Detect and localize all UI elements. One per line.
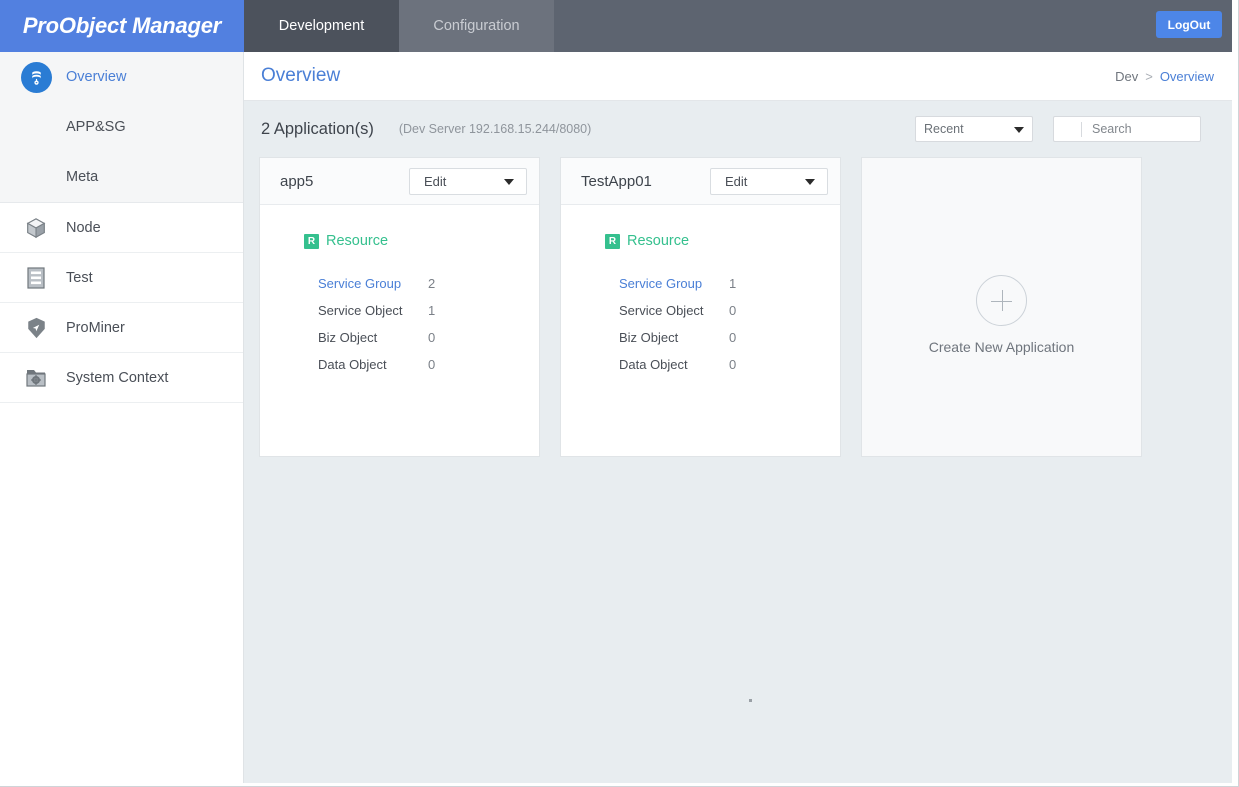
- app-window: ProObject Manager Development Configurat…: [0, 0, 1239, 787]
- breadcrumb-root[interactable]: Dev: [1115, 69, 1138, 84]
- application-count: 2 Application(s): [261, 119, 374, 138]
- search-box[interactable]: [1053, 116, 1201, 142]
- application-name: app5: [280, 172, 314, 190]
- edit-dropdown-label: Edit: [725, 174, 748, 189]
- application-card-body: R Resource Service Group 1 Service Objec…: [561, 205, 840, 378]
- resource-section-header: R Resource: [260, 233, 539, 249]
- chevron-down-icon: [1014, 127, 1024, 133]
- edit-dropdown[interactable]: Edit: [710, 168, 828, 195]
- resource-name-service-object: Service Object: [318, 303, 403, 318]
- resource-name-service-group[interactable]: Service Group: [318, 276, 428, 291]
- resource-rows: Service Group 2 Service Object 1 Biz Obj…: [260, 270, 539, 378]
- resource-row: Data Object 0: [561, 351, 840, 378]
- resource-value-biz-object: 0: [729, 330, 737, 345]
- page-header: Overview Dev > Overview: [244, 52, 1232, 101]
- application-card-header: app5 Edit: [260, 158, 539, 205]
- resource-value-data-object: 0: [729, 357, 737, 372]
- resource-value-service-group: 1: [729, 276, 737, 291]
- resource-name-data-object: Data Object: [318, 357, 387, 372]
- tab-configuration[interactable]: Configuration: [399, 0, 554, 52]
- sidebar-item-overview[interactable]: Overview: [0, 52, 243, 102]
- content-toolbar: 2 Application(s) (Dev Server 192.168.15.…: [244, 101, 1232, 157]
- chevron-down-icon: [504, 179, 514, 185]
- edit-dropdown-label: Edit: [424, 174, 447, 189]
- resource-row: Service Object 1: [260, 297, 539, 324]
- resource-badge-icon: R: [605, 233, 620, 249]
- application-card-body: R Resource Service Group 2 Service Objec…: [260, 205, 539, 378]
- resource-row: Service Group 1: [561, 270, 840, 297]
- sort-select[interactable]: Recent: [915, 116, 1033, 142]
- sidebar-item-appsg[interactable]: APP&SG: [0, 102, 243, 152]
- resource-row: Service Object 0: [561, 297, 840, 324]
- sidebar-item-overview-label: Overview: [66, 69, 127, 85]
- create-new-application-card[interactable]: Create New Application: [861, 157, 1142, 457]
- cube-icon: [18, 210, 54, 246]
- resource-value-biz-object: 0: [428, 330, 436, 345]
- breadcrumb: Dev > Overview: [1115, 52, 1214, 101]
- app-brand-logo: ProObject Manager: [0, 0, 244, 52]
- sidebar-item-prominer-label: ProMiner: [66, 319, 125, 336]
- edit-dropdown[interactable]: Edit: [409, 168, 527, 195]
- resource-value-service-object: 1: [428, 303, 436, 318]
- sidebar-item-meta-label: Meta: [66, 169, 99, 185]
- resource-row: Biz Object 0: [260, 324, 539, 351]
- sort-select-value: Recent: [924, 122, 964, 136]
- resource-name-biz-object: Biz Object: [318, 330, 378, 345]
- application-card-list: app5 Edit R Resource Service Group 2 Ser…: [244, 157, 1232, 457]
- resource-badge-icon: R: [304, 233, 319, 249]
- sidebar-item-system-context-label: System Context: [66, 369, 169, 386]
- search-divider: [1081, 121, 1082, 137]
- resource-name-service-group[interactable]: Service Group: [619, 276, 729, 291]
- sidebar-item-node-label: Node: [66, 219, 101, 236]
- page-title: Overview: [261, 65, 341, 86]
- resource-name-service-object: Service Object: [619, 303, 704, 318]
- main-content: Overview Dev > Overview 2 Application(s)…: [244, 52, 1232, 783]
- sidebar-item-meta[interactable]: Meta: [0, 152, 243, 202]
- database-icon: [18, 59, 54, 95]
- resource-row: Service Group 2: [260, 270, 539, 297]
- sidebar-item-appsg-label: APP&SG: [66, 119, 126, 135]
- resource-name-data-object: Data Object: [619, 357, 688, 372]
- folder-gear-icon: [18, 360, 54, 396]
- resource-row: Biz Object 0: [561, 324, 840, 351]
- resource-value-data-object: 0: [428, 357, 436, 372]
- breadcrumb-separator-icon: >: [1145, 69, 1153, 84]
- sidebar-item-system-context[interactable]: System Context: [0, 353, 243, 403]
- content-dot-artifact: [749, 699, 752, 702]
- server-info: (Dev Server 192.168.15.244/8080): [398, 122, 592, 136]
- application-name: TestApp01: [581, 172, 652, 190]
- resource-row: Data Object 0: [260, 351, 539, 378]
- shield-arrow-icon: [18, 310, 54, 346]
- sidebar-item-node[interactable]: Node: [0, 203, 243, 253]
- resource-rows: Service Group 1 Service Object 0 Biz Obj…: [561, 270, 840, 378]
- tab-development-label: Development: [278, 18, 365, 34]
- plus-circle-icon: [976, 275, 1027, 326]
- top-bar-spacer: [554, 0, 1232, 52]
- application-card: TestApp01 Edit R Resource Service Group: [560, 157, 841, 457]
- sidebar-item-test-label: Test: [66, 269, 93, 286]
- sidebar-group-overview: Overview APP&SG Meta: [0, 52, 243, 203]
- resource-section-label: Resource: [627, 233, 690, 249]
- application-card: app5 Edit R Resource Service Group 2 Ser…: [259, 157, 540, 457]
- resource-value-service-group: 2: [428, 276, 436, 291]
- resource-section-header: R Resource: [561, 233, 840, 249]
- logout-button[interactable]: LogOut: [1156, 11, 1222, 38]
- sidebar: Overview APP&SG Meta Node Test ProMiner …: [0, 52, 244, 783]
- document-lines-icon: [18, 260, 54, 296]
- resource-section-label: Resource: [326, 233, 389, 249]
- tab-development[interactable]: Development: [244, 0, 399, 52]
- create-new-application-label: Create New Application: [928, 339, 1075, 355]
- top-bar: ProObject Manager Development Configurat…: [0, 0, 1232, 52]
- toolbar-controls: Recent: [915, 116, 1201, 142]
- breadcrumb-current: Overview: [1159, 69, 1214, 84]
- application-card-header: TestApp01 Edit: [561, 158, 840, 205]
- search-input[interactable]: [1092, 122, 1192, 136]
- page-right-gutter: [1232, 0, 1239, 787]
- sidebar-item-test[interactable]: Test: [0, 253, 243, 303]
- tab-configuration-label: Configuration: [433, 18, 520, 34]
- resource-value-service-object: 0: [729, 303, 737, 318]
- resource-name-biz-object: Biz Object: [619, 330, 679, 345]
- sidebar-item-prominer[interactable]: ProMiner: [0, 303, 243, 353]
- chevron-down-icon: [805, 179, 815, 185]
